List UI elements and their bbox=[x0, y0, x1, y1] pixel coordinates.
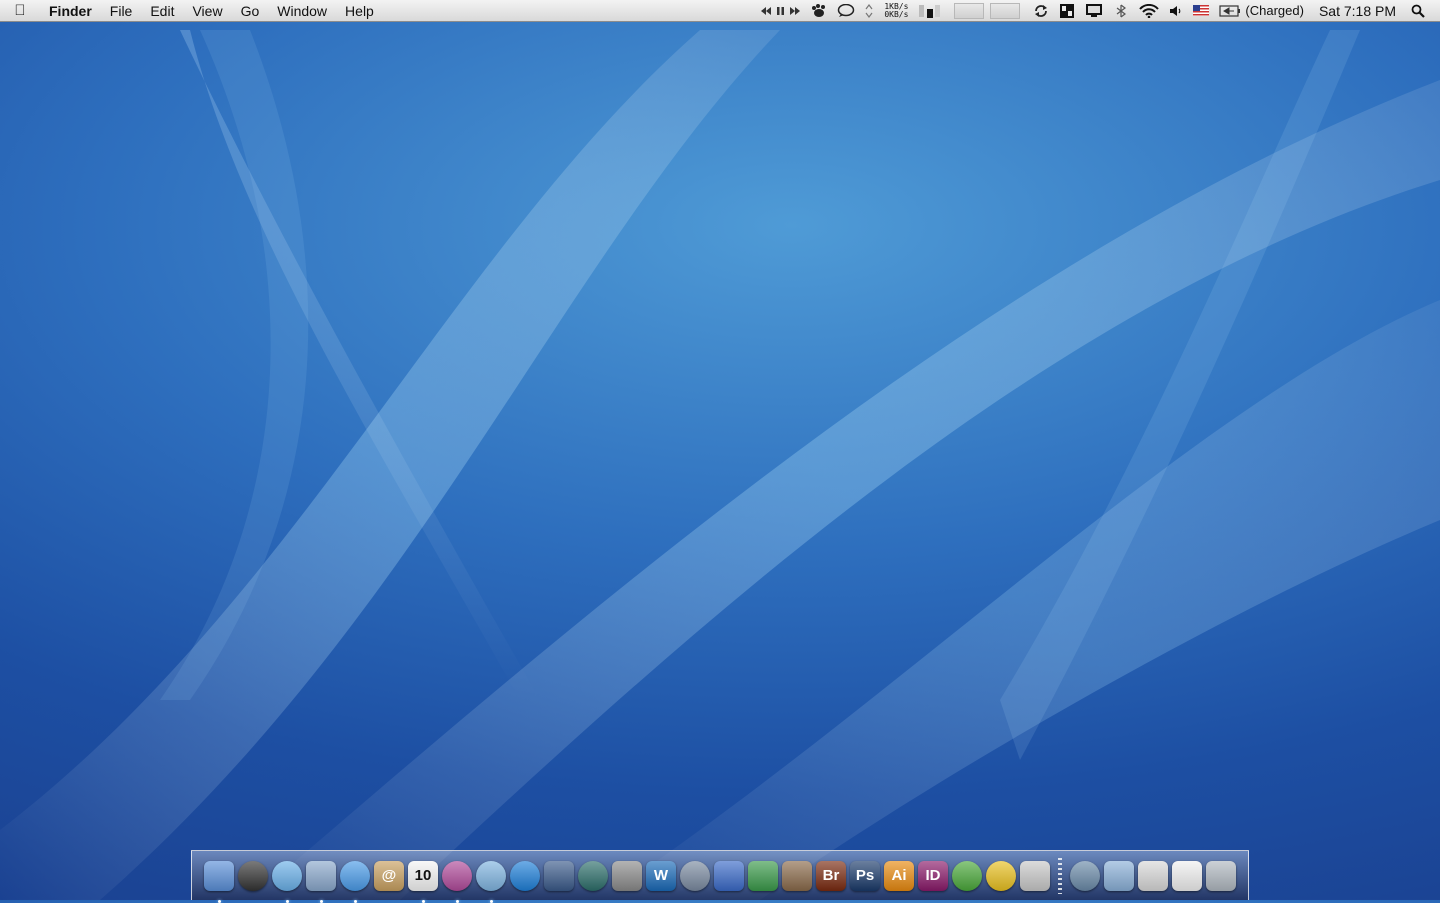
dreamweaver-icon[interactable]: W bbox=[646, 860, 676, 891]
dock-separator[interactable] bbox=[1058, 857, 1062, 894]
illustrator-icon[interactable]: Ai bbox=[884, 860, 914, 891]
safari-icon[interactable] bbox=[272, 860, 302, 903]
bridge-icon[interactable]: Br bbox=[816, 860, 846, 891]
sync-icon[interactable] bbox=[1028, 0, 1054, 22]
wifi-icon[interactable] bbox=[1134, 0, 1164, 22]
dock-icon-label: @ bbox=[381, 867, 397, 884]
address-book-icon[interactable]: @ bbox=[374, 860, 404, 891]
menu-view[interactable]: View bbox=[183, 0, 231, 22]
menu-go[interactable]: Go bbox=[232, 0, 269, 22]
file-stack-icon[interactable] bbox=[1172, 860, 1202, 891]
menu-bar:  Finder File Edit View Go Window Help 1… bbox=[0, 0, 1440, 22]
network-monitor[interactable]: 1KB/s 0KB/s bbox=[878, 0, 914, 22]
dock: @10 W Br Ps Ai ID bbox=[191, 850, 1249, 903]
updown-arrows-icon[interactable] bbox=[860, 0, 878, 22]
dock-icon-label: Br bbox=[822, 867, 840, 884]
script-editor-icon[interactable] bbox=[680, 860, 710, 891]
mail-icon[interactable] bbox=[306, 860, 336, 903]
battery-charge-text: (Charged) bbox=[1245, 3, 1304, 18]
battery-status[interactable]: (Charged) bbox=[1214, 0, 1309, 22]
indesign-icon[interactable]: ID bbox=[918, 860, 948, 891]
coda-leaf-icon[interactable] bbox=[952, 860, 982, 891]
dock-icon-label: W bbox=[653, 867, 669, 884]
ichat-icon[interactable] bbox=[340, 860, 370, 903]
volume-icon[interactable] bbox=[1164, 0, 1188, 22]
itunes-app-icon[interactable] bbox=[442, 860, 472, 903]
keynote-icon[interactable] bbox=[714, 860, 744, 891]
apple-menu-icon[interactable]:  bbox=[0, 2, 40, 19]
menubar-clock[interactable]: Sat 7:18 PM bbox=[1309, 0, 1406, 22]
battery-icon bbox=[1219, 4, 1241, 17]
bluetooth-icon[interactable] bbox=[1108, 0, 1134, 22]
documents-folder-icon[interactable] bbox=[1104, 860, 1134, 891]
dock-icon-label: 10 bbox=[414, 867, 432, 884]
numbers-icon[interactable] bbox=[748, 860, 778, 891]
menu-app-name[interactable]: Finder bbox=[40, 0, 101, 22]
menu-help[interactable]: Help bbox=[336, 0, 383, 22]
quicktime-icon[interactable] bbox=[510, 860, 540, 891]
display-mirror-icon[interactable] bbox=[1080, 0, 1108, 22]
spaces-icon[interactable] bbox=[544, 860, 574, 891]
network-download-rate: 0KB/s bbox=[884, 9, 909, 19]
downloads-folder-icon[interactable] bbox=[1138, 860, 1168, 891]
menu-file[interactable]: File bbox=[101, 0, 142, 22]
time-machine-icon[interactable] bbox=[578, 860, 608, 891]
menu-window[interactable]: Window bbox=[268, 0, 336, 22]
finder-icon[interactable] bbox=[204, 860, 234, 903]
system-preferences-icon[interactable] bbox=[612, 860, 642, 891]
itunes-icon[interactable] bbox=[476, 860, 506, 903]
menu-edit[interactable]: Edit bbox=[141, 0, 183, 22]
dock-icon-label: ID bbox=[925, 867, 941, 884]
network-globe-icon[interactable] bbox=[1070, 860, 1100, 891]
dashboard-icon[interactable] bbox=[238, 860, 268, 891]
growl-paw-icon[interactable] bbox=[806, 0, 832, 22]
memory-meter-icon[interactable] bbox=[914, 0, 946, 22]
ical-icon[interactable]: 10 bbox=[408, 860, 438, 903]
dock-icon-label: Ps bbox=[855, 867, 875, 884]
cpu-meter-icon[interactable] bbox=[946, 0, 1028, 22]
dock-icon-label: Ai bbox=[891, 867, 907, 884]
photoshop-icon[interactable]: Ps bbox=[850, 860, 880, 891]
spotlight-search-icon[interactable] bbox=[1406, 0, 1430, 22]
media-controls-icon[interactable] bbox=[756, 0, 806, 22]
desktop-wallpaper bbox=[0, 30, 1440, 900]
iphoto-icon[interactable] bbox=[782, 860, 812, 891]
trash-icon[interactable] bbox=[1206, 860, 1236, 891]
textmate-icon[interactable] bbox=[1020, 860, 1050, 891]
chat-bubble-icon[interactable] bbox=[832, 0, 860, 22]
input-flag-icon[interactable] bbox=[1188, 0, 1214, 22]
cyberduck-icon[interactable] bbox=[986, 860, 1016, 891]
windows-grid-icon[interactable] bbox=[1054, 0, 1080, 22]
